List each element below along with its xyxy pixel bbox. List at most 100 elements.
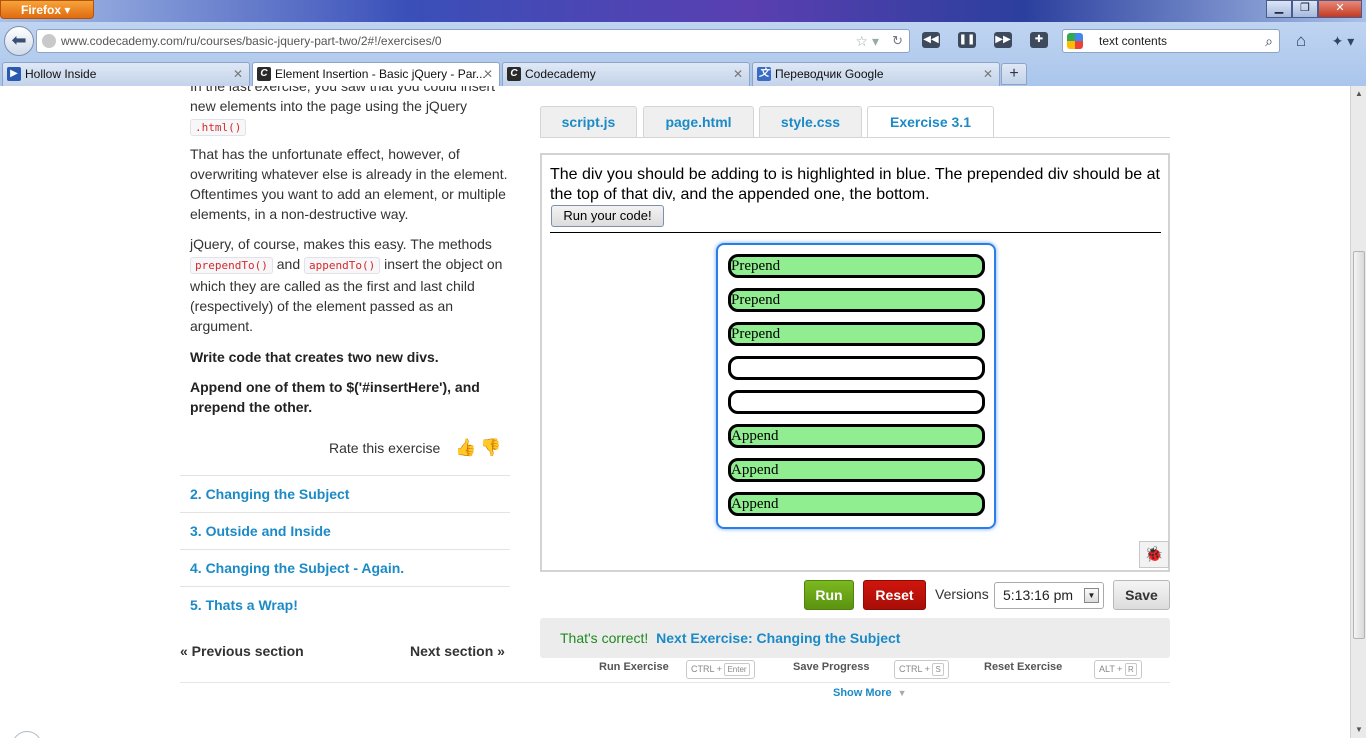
bug-report-icon[interactable]: 🐞	[1139, 541, 1169, 568]
lesson-intro: In the last exercise, you saw that you c…	[190, 86, 508, 138]
lesson-para-2: That has the unfortunate effect, however…	[190, 146, 508, 222]
code-append-to: appendTo()	[304, 257, 381, 274]
search-input[interactable]: text contents ⌕	[1062, 29, 1280, 53]
search-text: text contents	[1099, 34, 1168, 48]
title-bar: Firefox ▾ ▁ ❐ ✕	[0, 0, 1366, 22]
lesson-intro-text: In the last exercise, you saw that you c…	[190, 86, 496, 114]
reload-icon[interactable]: ↻	[892, 30, 903, 52]
prepended-div: Prepend	[728, 322, 985, 346]
lesson-link-thats-a-wrap[interactable]: 5. Thats a Wrap!	[180, 586, 510, 623]
show-more-link[interactable]: Show More ▼	[833, 687, 907, 699]
reset-button[interactable]: Reset	[863, 580, 926, 610]
rate-label: Rate this exercise	[329, 440, 441, 456]
window-controls: ▁ ❐ ✕	[1266, 0, 1362, 18]
prepended-div: Prepend	[728, 254, 985, 278]
prepended-div: Prepend	[728, 288, 985, 312]
next-section-link[interactable]: Next section »	[410, 643, 505, 659]
browser-tab-hollow-inside[interactable]: ▶ Hollow Inside ✕	[2, 62, 250, 86]
thumbs-up-icon[interactable]: 👍	[455, 438, 476, 458]
tab-exercise-3-1[interactable]: Exercise 3.1	[867, 106, 994, 138]
maximize-icon[interactable]: ❐	[1292, 0, 1318, 18]
run-your-code-button[interactable]: Run your code!	[551, 205, 664, 227]
close-icon[interactable]: ✕	[1318, 0, 1362, 18]
task-2: Append one of them to $('#insertHere'), …	[190, 379, 480, 415]
pause-icon[interactable]: ❚❚	[958, 32, 976, 48]
scroll-up-icon[interactable]: ▲	[1351, 86, 1366, 102]
page-content: In the last exercise, you saw that you c…	[0, 86, 1350, 738]
shortcut-key: R	[1124, 663, 1137, 676]
shortcut-label-save: Save Progress	[793, 661, 870, 673]
previous-section-link[interactable]: « Previous section	[180, 643, 304, 659]
lesson-para-3-and: and	[276, 256, 301, 272]
run-button[interactable]: Run	[804, 580, 854, 610]
thumbs-down-icon[interactable]: 👎	[480, 438, 501, 458]
shortcut-key-save: CTRL + S	[894, 660, 949, 679]
bookmarks-icon[interactable]: ✦ ▾	[1326, 31, 1360, 51]
empty-div	[728, 390, 985, 414]
code-prepend-to: prependTo()	[190, 257, 273, 274]
close-tab-icon[interactable]: ✕	[733, 63, 743, 85]
home-icon[interactable]: ⌂	[1290, 31, 1312, 51]
tab-style-css[interactable]: style.css	[759, 106, 862, 138]
codecademy-icon: C	[507, 67, 521, 81]
appended-div: Append	[728, 492, 985, 516]
appended-div: Append	[728, 458, 985, 482]
close-tab-icon[interactable]: ✕	[983, 63, 993, 85]
shortcut-label-reset: Reset Exercise	[984, 661, 1063, 673]
close-tab-icon[interactable]: ✕	[233, 63, 243, 85]
navigation-bar: ⬅ www.codecademy.com/ru/courses/basic-jq…	[0, 24, 1366, 58]
translate-icon: 文	[757, 67, 771, 81]
codecademy-icon: C	[257, 67, 271, 81]
search-icon[interactable]: ⌕	[1265, 30, 1273, 52]
correct-message: That's correct!	[560, 630, 649, 646]
minimize-icon[interactable]: ▁	[1266, 0, 1292, 18]
task-1: Write code that creates two new divs.	[190, 349, 439, 365]
plus-icon[interactable]: ✚	[1030, 32, 1048, 48]
scrollbar-thumb[interactable]	[1353, 251, 1365, 639]
google-icon[interactable]	[1067, 33, 1083, 49]
chevron-down-icon[interactable]: ▼	[1084, 588, 1099, 603]
empty-div	[728, 356, 985, 380]
browser-tab-google-translate[interactable]: 文 Переводчик Google ✕	[752, 62, 1000, 86]
next-exercise-link[interactable]: Next Exercise: Changing the Subject	[656, 630, 900, 646]
show-more-text: Show More	[833, 687, 892, 699]
back-icon[interactable]: ⬅	[4, 26, 34, 56]
versions-select[interactable]: 5:13:16 pm ▼	[994, 582, 1104, 609]
chevron-down-icon: ▼	[897, 688, 907, 698]
shortcut-key-run: CTRL + Enter	[686, 660, 755, 679]
lesson-link-outside-inside[interactable]: 3. Outside and Inside	[180, 512, 510, 549]
versions-label: Versions	[935, 586, 989, 602]
tab-page-html[interactable]: page.html	[643, 106, 754, 138]
tab-label: Переводчик Google	[775, 67, 884, 81]
browser-tab-codecademy[interactable]: C Codecademy ✕	[502, 62, 750, 86]
tabs-divider	[540, 137, 1170, 138]
lesson-link-changing-subject-again[interactable]: 4. Changing the Subject - Again.	[180, 549, 510, 586]
close-tab-icon[interactable]: ✕	[483, 63, 493, 85]
appended-div: Append	[728, 424, 985, 448]
widget-circle[interactable]	[12, 731, 42, 738]
star-icon[interactable]: ☆ ▾	[856, 30, 879, 52]
firefox-menu-button[interactable]: Firefox ▾	[0, 0, 94, 19]
lesson-link-changing-subject[interactable]: 2. Changing the Subject	[180, 475, 510, 512]
scroll-down-icon[interactable]: ▼	[1351, 722, 1366, 738]
browser-tab-element-insertion[interactable]: C Element Insertion - Basic jQuery - Par…	[252, 62, 500, 86]
code-html: .html()	[190, 119, 247, 136]
tab-script-js[interactable]: script.js	[540, 106, 637, 138]
vertical-scrollbar[interactable]: ▲ ▼	[1350, 86, 1366, 738]
feedback-bar: That's correct! Next Exercise: Changing …	[540, 618, 1170, 658]
url-bar[interactable]: www.codecademy.com/ru/courses/basic-jque…	[36, 29, 910, 53]
result-instructions: The div you should be adding to is highl…	[550, 166, 1160, 203]
result-divider	[550, 232, 1161, 233]
shortcut-label-run: Run Exercise	[599, 661, 669, 673]
new-tab-button[interactable]: +	[1001, 63, 1027, 85]
tab-label: Element Insertion - Basic jQuery - Par..…	[275, 67, 486, 81]
shortcut-key: S	[932, 663, 944, 676]
result-frame: The div you should be adding to is highl…	[540, 153, 1170, 572]
tab-label: Codecademy	[525, 67, 596, 81]
forward-icon[interactable]: ▶▶	[994, 32, 1012, 48]
tab-label: Hollow Inside	[25, 67, 97, 81]
save-button[interactable]: Save	[1113, 580, 1170, 610]
shortcut-key: Enter	[724, 663, 750, 676]
globe-icon	[42, 34, 56, 48]
rewind-icon[interactable]: ◀◀	[922, 32, 940, 48]
